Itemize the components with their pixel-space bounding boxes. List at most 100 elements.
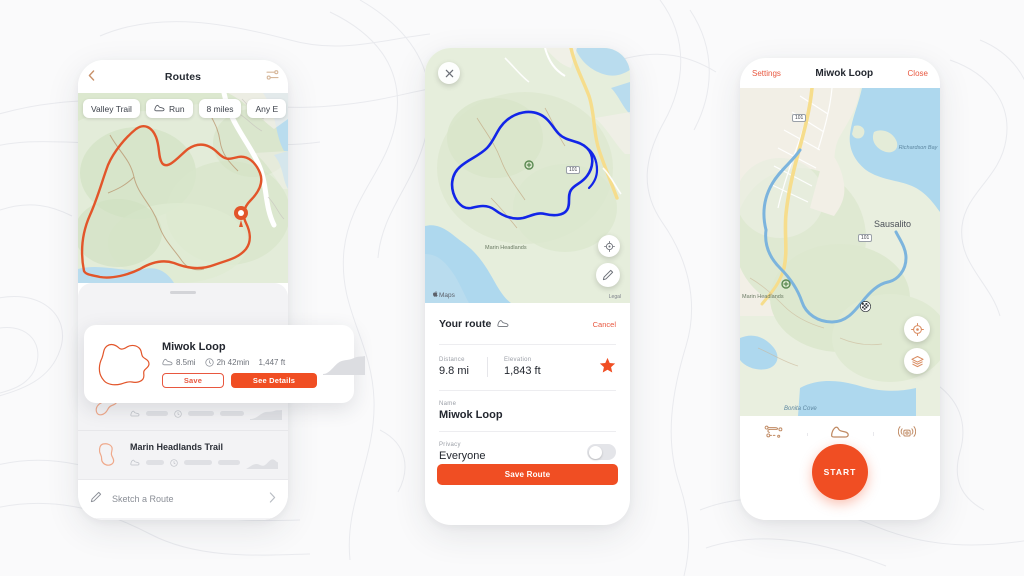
panel-title: Your route (439, 318, 492, 330)
phone-route-editor: Maps Legal Marin Headlands 101 Your rout… (425, 48, 630, 525)
see-details-button[interactable]: See Details (231, 372, 317, 388)
save-route-button[interactable]: Save Route (437, 464, 618, 485)
toggle-knob (588, 445, 602, 459)
placeholder-bar (146, 460, 164, 465)
shoe-icon (162, 358, 173, 366)
screenshot-stage: Routes Valley Trail Run 8 miles Any E Ma… (0, 0, 1024, 576)
panel-header: Your route Cancel (439, 303, 616, 345)
clock-icon (170, 458, 178, 467)
elevation-sparkline (323, 353, 365, 375)
close-button[interactable]: Close (908, 69, 928, 78)
phone1-map[interactable]: Valley Trail Run 8 miles Any E (78, 93, 288, 283)
featured-route-card[interactable]: Miwok Loop 8.5mi 2h 42min 1,447 ft Save … (84, 325, 365, 403)
map-canvas (425, 48, 630, 303)
page-title: Routes (164, 70, 202, 83)
distance-value: 9.8 mi (439, 365, 469, 377)
filter-chip-valley-trail[interactable]: Valley Trail (83, 99, 140, 118)
sketch-a-route-label: Sketch a Route (112, 494, 174, 504)
placeholder-bar (146, 411, 168, 416)
cancel-button[interactable]: Cancel (593, 320, 616, 329)
pencil-icon (90, 490, 102, 508)
privacy-field-text: Privacy Everyone (439, 442, 485, 462)
filter-chip-distance[interactable]: 8 miles (198, 99, 242, 118)
privacy-value: Everyone (439, 450, 486, 462)
route-shape-icon (94, 336, 156, 392)
elevation-label: Elevation (503, 357, 532, 363)
route-details-panel: Your route Cancel Distance 9.8 mi Elevat… (425, 303, 630, 473)
filter-chip-label: 8 miles (206, 103, 234, 114)
filter-chip-elevation[interactable]: Any E (247, 99, 287, 118)
close-icon[interactable] (438, 62, 460, 84)
back-button[interactable] (88, 68, 95, 86)
clock-icon (174, 409, 182, 418)
phone3-map[interactable]: Richardson Bay Sausalito Marin Headlands… (740, 88, 940, 416)
sort-icon[interactable] (266, 68, 279, 86)
sheet-grabber[interactable] (170, 291, 196, 294)
maps-attribution-label: Maps (439, 291, 455, 299)
route-name: Marin Headlands Trail (130, 441, 224, 452)
route-icon (764, 425, 783, 443)
start-button[interactable]: START (812, 444, 868, 500)
phone-activity-start: Settings Miwok Loop Close Richardson Bay… (740, 58, 940, 520)
tab-activity[interactable] (806, 425, 874, 444)
name-label: Name (439, 401, 457, 407)
filter-chip-run[interactable]: Run (145, 99, 193, 118)
name-value: Miwok Loop (439, 409, 503, 421)
route-name: Miwok Loop (162, 340, 226, 353)
list-item-body: Marin Headlands Trail (130, 442, 278, 469)
page-title: Miwok Loop (815, 67, 874, 79)
pencil-icon[interactable] (596, 263, 620, 287)
shoe-icon (154, 104, 165, 114)
shoe-icon (830, 425, 850, 444)
placeholder-bar (184, 460, 212, 465)
placeholder-bar (218, 460, 240, 465)
shoe-icon (497, 315, 509, 333)
placeholder-bar (220, 411, 244, 416)
locate-icon[interactable] (598, 235, 620, 257)
legal-link[interactable]: Legal (609, 294, 621, 300)
locate-icon[interactable] (904, 316, 930, 342)
shoe-icon (130, 410, 140, 417)
list-item[interactable]: Marin Headlands Trail (78, 430, 288, 479)
placeholder-bar (188, 411, 214, 416)
route-stats-placeholder (130, 408, 282, 420)
route-stats-placeholder (130, 457, 278, 469)
layers-icon[interactable] (904, 348, 930, 374)
settings-button[interactable]: Settings (752, 69, 781, 78)
distance-value: 8.5mi (176, 357, 196, 367)
elevation-sparkline (246, 458, 278, 469)
route-shape-icon (92, 440, 122, 470)
duration-stat: 2h 42min (204, 357, 250, 367)
phone3-header: Settings Miwok Loop Close (740, 58, 940, 88)
sketch-a-route-row[interactable]: Sketch a Route (78, 479, 288, 518)
apple-logo-icon (433, 291, 438, 299)
elevation-value: 1,447 ft (258, 357, 286, 367)
elevation-stat: 1,447 ft (258, 358, 285, 367)
name-field[interactable]: Name Miwok Loop (439, 391, 616, 432)
filter-chip-label: Valley Trail (91, 103, 132, 114)
route-metrics: Distance 9.8 mi Elevation 1,843 ft (439, 345, 616, 391)
clock-icon (204, 357, 214, 367)
phone2-map[interactable]: Maps Legal Marin Headlands 101 (425, 48, 630, 303)
shoe-icon (130, 459, 140, 466)
filter-chip-label: Any E (255, 103, 279, 114)
distance-label: Distance (439, 357, 465, 363)
broadcast-icon (897, 424, 916, 444)
distance-stat: 8.5mi (162, 358, 196, 367)
tab-beacon[interactable] (873, 424, 940, 444)
elevation-metric: Elevation 1,843 ft (486, 357, 559, 377)
save-button[interactable]: Save (162, 372, 224, 388)
tab-route[interactable] (740, 425, 807, 443)
star-icon[interactable] (599, 357, 616, 379)
filter-chip-row: Valley Trail Run 8 miles Any E (83, 99, 288, 118)
map-canvas (78, 93, 288, 283)
distance-metric: Distance 9.8 mi (439, 357, 487, 377)
chevron-right-icon (269, 490, 276, 508)
elevation-value: 1,843 ft (503, 365, 541, 377)
elevation-sparkline (250, 409, 282, 420)
featured-card-actions: Save See Details (162, 372, 317, 388)
privacy-toggle[interactable] (587, 444, 616, 460)
privacy-label: Privacy (439, 442, 461, 448)
phone-routes-list: Routes Valley Trail Run 8 miles Any E Ma… (78, 60, 288, 520)
duration-value: 2h 42min (216, 357, 250, 367)
